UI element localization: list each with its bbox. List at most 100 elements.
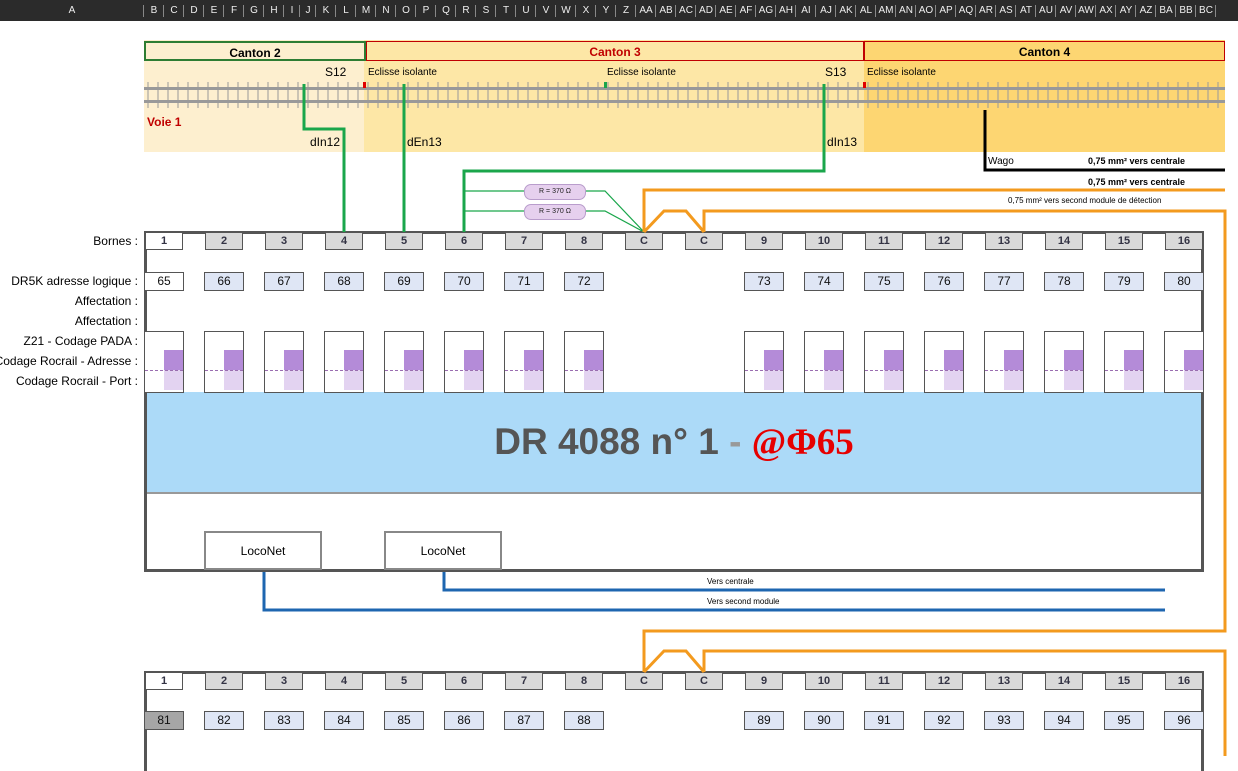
module1-terminal-10[interactable]: C — [685, 232, 723, 250]
column-header-bc[interactable]: BC — [1196, 3, 1216, 19]
column-header-aq[interactable]: AQ — [956, 3, 976, 19]
module1-terminal-7[interactable]: 7 — [505, 232, 543, 250]
module2-address-16[interactable]: 94 — [1044, 711, 1084, 730]
module1-address-15[interactable]: 77 — [984, 272, 1024, 291]
module2-address-5[interactable]: 85 — [384, 711, 424, 730]
module1-pada-cell-8[interactable] — [564, 331, 604, 393]
module2-address-1[interactable]: 81 — [144, 711, 184, 730]
column-header-ay[interactable]: AY — [1116, 3, 1136, 19]
column-header-ai[interactable]: AI — [796, 3, 816, 19]
column-header-l[interactable]: L — [336, 3, 356, 19]
module1-terminal-1[interactable]: 1 — [145, 232, 183, 250]
column-header-g[interactable]: G — [244, 3, 264, 19]
module2-terminal-4[interactable]: 4 — [325, 672, 363, 690]
module1-terminal-2[interactable]: 2 — [205, 232, 243, 250]
column-header-ap[interactable]: AP — [936, 3, 956, 19]
column-header-ax[interactable]: AX — [1096, 3, 1116, 19]
column-header-ad[interactable]: AD — [696, 3, 716, 19]
module2-terminal-6[interactable]: 6 — [445, 672, 483, 690]
module1-address-6[interactable]: 70 — [444, 272, 484, 291]
module1-terminal-16[interactable]: 14 — [1045, 232, 1083, 250]
module2-terminal-18[interactable]: 16 — [1165, 672, 1203, 690]
module1-pada-cell-6[interactable] — [444, 331, 484, 393]
column-header-v[interactable]: V — [536, 3, 556, 19]
column-header-at[interactable]: AT — [1016, 3, 1036, 19]
module1-address-1[interactable]: 65 — [144, 272, 184, 291]
column-header-az[interactable]: AZ — [1136, 3, 1156, 19]
module1-pada-cell-7[interactable] — [504, 331, 544, 393]
canton2-header[interactable]: Canton 2 — [144, 41, 366, 61]
module1-address-7[interactable]: 71 — [504, 272, 544, 291]
module1-terminal-4[interactable]: 4 — [325, 232, 363, 250]
column-header-w[interactable]: W — [556, 3, 576, 19]
column-header-u[interactable]: U — [516, 3, 536, 19]
column-header-aa[interactable]: AA — [636, 3, 656, 19]
module1-pada-cell-16[interactable] — [1044, 331, 1084, 393]
column-header-al[interactable]: AL — [856, 3, 876, 19]
module2-terminal-9[interactable]: C — [625, 672, 663, 690]
column-header-t[interactable]: T — [496, 3, 516, 19]
module1-pada-cell-17[interactable] — [1104, 331, 1144, 393]
column-header-ag[interactable]: AG — [756, 3, 776, 19]
module1-pada-cell-18[interactable] — [1164, 331, 1204, 393]
column-header-k[interactable]: K — [316, 3, 336, 19]
column-header-a[interactable]: A — [0, 3, 144, 19]
module2-terminal-7[interactable]: 7 — [505, 672, 543, 690]
column-header-e[interactable]: E — [204, 3, 224, 19]
module1-address-3[interactable]: 67 — [264, 272, 304, 291]
column-header-d[interactable]: D — [184, 3, 204, 19]
column-header-an[interactable]: AN — [896, 3, 916, 19]
column-header-y[interactable]: Y — [596, 3, 616, 19]
module2-address-8[interactable]: 88 — [564, 711, 604, 730]
module1-terminal-9[interactable]: C — [625, 232, 663, 250]
module2-address-7[interactable]: 87 — [504, 711, 544, 730]
module2-address-13[interactable]: 91 — [864, 711, 904, 730]
column-header-z[interactable]: Z — [616, 3, 636, 19]
module2-address-11[interactable]: 89 — [744, 711, 784, 730]
module1-terminal-5[interactable]: 5 — [385, 232, 423, 250]
module1-pada-cell-5[interactable] — [384, 331, 424, 393]
module1-terminal-8[interactable]: 8 — [565, 232, 603, 250]
module1-address-11[interactable]: 73 — [744, 272, 784, 291]
column-header-p[interactable]: P — [416, 3, 436, 19]
module1-address-4[interactable]: 68 — [324, 272, 364, 291]
column-header-aw[interactable]: AW — [1076, 3, 1096, 19]
module2-terminal-14[interactable]: 12 — [925, 672, 963, 690]
column-header-s[interactable]: S — [476, 3, 496, 19]
column-header-f[interactable]: F — [224, 3, 244, 19]
module2-address-12[interactable]: 90 — [804, 711, 844, 730]
column-header-o[interactable]: O — [396, 3, 416, 19]
module2-address-2[interactable]: 82 — [204, 711, 244, 730]
module1-terminal-17[interactable]: 15 — [1105, 232, 1143, 250]
module2-terminal-1[interactable]: 1 — [145, 672, 183, 690]
column-header-as[interactable]: AS — [996, 3, 1016, 19]
module1-pada-cell-1[interactable] — [144, 331, 184, 393]
loconet-port-2[interactable]: LocoNet — [384, 531, 502, 570]
column-header-ac[interactable]: AC — [676, 3, 696, 19]
module1-terminal-14[interactable]: 12 — [925, 232, 963, 250]
module2-address-15[interactable]: 93 — [984, 711, 1024, 730]
module2-address-3[interactable]: 83 — [264, 711, 304, 730]
loconet-port-1[interactable]: LocoNet — [204, 531, 322, 570]
column-header-ba[interactable]: BA — [1156, 3, 1176, 19]
module1-pada-cell-3[interactable] — [264, 331, 304, 393]
module2-terminal-5[interactable]: 5 — [385, 672, 423, 690]
module1-pada-cell-12[interactable] — [804, 331, 844, 393]
column-header-c[interactable]: C — [164, 3, 184, 19]
module2-terminal-12[interactable]: 10 — [805, 672, 843, 690]
module1-pada-cell-11[interactable] — [744, 331, 784, 393]
column-header-af[interactable]: AF — [736, 3, 756, 19]
column-header-ah[interactable]: AH — [776, 3, 796, 19]
module2-address-18[interactable]: 96 — [1164, 711, 1204, 730]
module1-pada-cell-15[interactable] — [984, 331, 1024, 393]
module1-address-18[interactable]: 80 — [1164, 272, 1204, 291]
module1-address-8[interactable]: 72 — [564, 272, 604, 291]
column-header-ab[interactable]: AB — [656, 3, 676, 19]
column-header-b[interactable]: B — [144, 3, 164, 19]
column-header-au[interactable]: AU — [1036, 3, 1056, 19]
module2-terminal-16[interactable]: 14 — [1045, 672, 1083, 690]
module2-terminal-10[interactable]: C — [685, 672, 723, 690]
module1-terminal-6[interactable]: 6 — [445, 232, 483, 250]
module2-terminal-3[interactable]: 3 — [265, 672, 303, 690]
column-header-r[interactable]: R — [456, 3, 476, 19]
